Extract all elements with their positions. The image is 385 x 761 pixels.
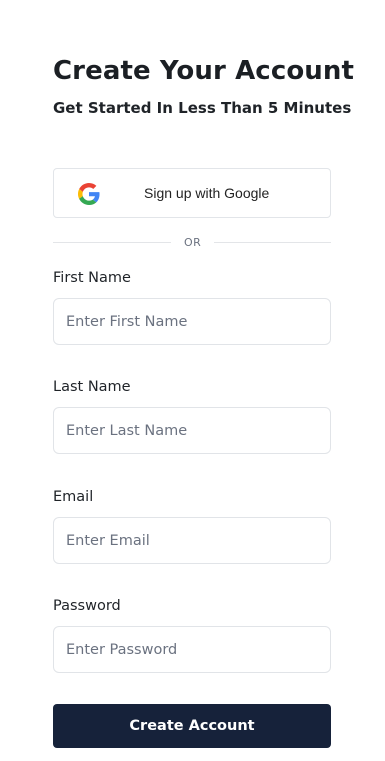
first-name-input[interactable] <box>53 298 331 345</box>
create-account-button[interactable]: Create Account <box>53 704 331 748</box>
last-name-input[interactable] <box>53 407 331 454</box>
email-label: Email <box>53 489 94 505</box>
page-subtitle: Get Started In Less Than 5 Minutes <box>53 99 352 117</box>
last-name-label: Last Name <box>53 379 131 395</box>
google-signup-button[interactable]: Sign up with Google <box>53 168 331 218</box>
divider-text: OR <box>184 236 202 249</box>
first-name-label: First Name <box>53 270 131 286</box>
or-divider: OR <box>53 236 331 250</box>
password-input[interactable] <box>53 626 331 673</box>
divider-line-right <box>214 242 331 243</box>
page-title: Create Your Account <box>53 56 355 86</box>
google-signup-label: Sign up with Google <box>144 185 270 201</box>
password-label: Password <box>53 598 121 614</box>
divider-line-left <box>53 242 171 243</box>
email-input[interactable] <box>53 517 331 564</box>
google-icon <box>78 183 100 205</box>
